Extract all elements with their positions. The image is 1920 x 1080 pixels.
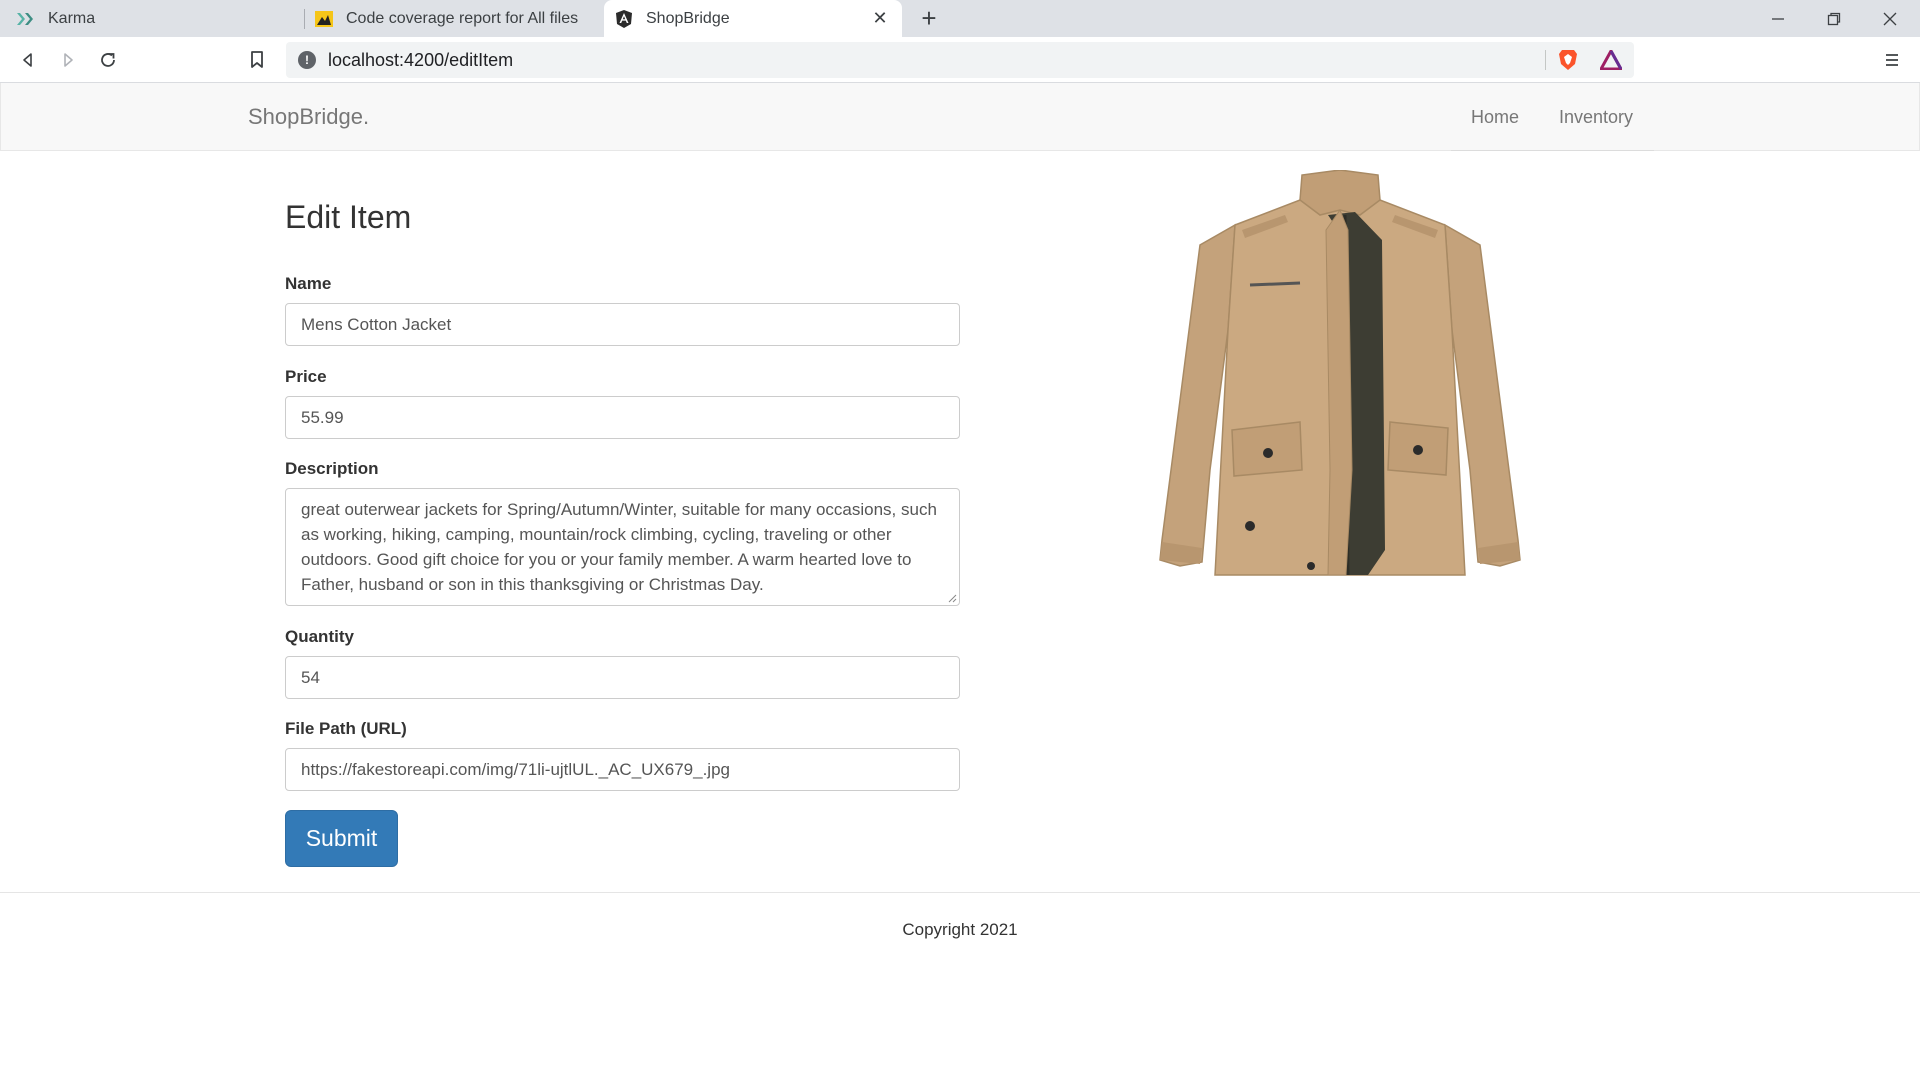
browser-toolbar: ! localhost:4200/editItem [0, 37, 1920, 83]
description-textarea[interactable]: great outerwear jackets for Spring/Autum… [285, 488, 960, 606]
brand-logo[interactable]: ShopBridge. [248, 104, 369, 130]
bookmark-icon[interactable] [243, 46, 271, 74]
filepath-input[interactable]: https://fakestoreapi.com/img/71li-ujtlUL… [285, 748, 960, 791]
close-window-icon[interactable] [1862, 0, 1918, 37]
tab-shopbridge[interactable]: ShopBridge ✕ [604, 0, 902, 37]
browser-tab-bar: Karma Code coverage report for All files… [0, 0, 1920, 37]
omnibox-divider [1545, 50, 1546, 70]
minimize-icon[interactable] [1750, 0, 1806, 37]
nav-home[interactable]: Home [1471, 107, 1519, 128]
angular-icon [614, 9, 634, 29]
restore-icon[interactable] [1806, 0, 1862, 37]
new-tab-button[interactable]: + [914, 3, 944, 33]
submit-button[interactable]: Submit [285, 810, 398, 867]
tab-title: Code coverage report for All files [346, 9, 579, 27]
product-image [1159, 170, 1521, 576]
description-label: Description [285, 459, 379, 478]
tab-coverage[interactable]: Code coverage report for All files [314, 0, 594, 37]
reload-icon[interactable] [94, 46, 122, 74]
forward-icon[interactable] [54, 46, 82, 74]
address-bar[interactable]: ! localhost:4200/editItem [286, 42, 1634, 78]
quantity-label: Quantity [285, 627, 354, 646]
menu-icon[interactable] [1878, 46, 1906, 74]
tab-title: ShopBridge [646, 9, 730, 27]
page-title: Edit Item [285, 199, 412, 235]
quantity-input[interactable]: 54 [285, 656, 960, 699]
price-input[interactable]: 55.99 [285, 396, 960, 439]
karma-icon [16, 9, 36, 29]
resize-handle-icon[interactable] [947, 593, 957, 603]
tab-karma[interactable]: Karma [16, 0, 296, 37]
tab-separator [304, 9, 305, 29]
filepath-label: File Path (URL) [285, 719, 407, 738]
address-url[interactable]: localhost:4200/editItem [328, 50, 513, 71]
tab-title: Karma [48, 9, 96, 27]
back-icon[interactable] [14, 46, 42, 74]
price-label: Price [285, 367, 327, 386]
brave-shield-icon[interactable] [1558, 49, 1578, 76]
close-tab-icon[interactable]: ✕ [870, 8, 890, 28]
name-label: Name [285, 274, 332, 293]
footer-copyright: Copyright 2021 [902, 920, 1018, 939]
navbar: ShopBridge. Home Inventory [0, 83, 1920, 151]
name-input[interactable]: Mens Cotton Jacket [285, 303, 960, 346]
footer-divider [0, 892, 1920, 893]
nav-links: Home Inventory [1451, 83, 1654, 151]
brave-rewards-icon[interactable] [1599, 49, 1623, 75]
istanbul-icon [314, 9, 334, 29]
description-text: great outerwear jackets for Spring/Autum… [301, 500, 937, 594]
site-info-icon[interactable]: ! [298, 51, 316, 69]
nav-inventory[interactable]: Inventory [1559, 107, 1633, 128]
